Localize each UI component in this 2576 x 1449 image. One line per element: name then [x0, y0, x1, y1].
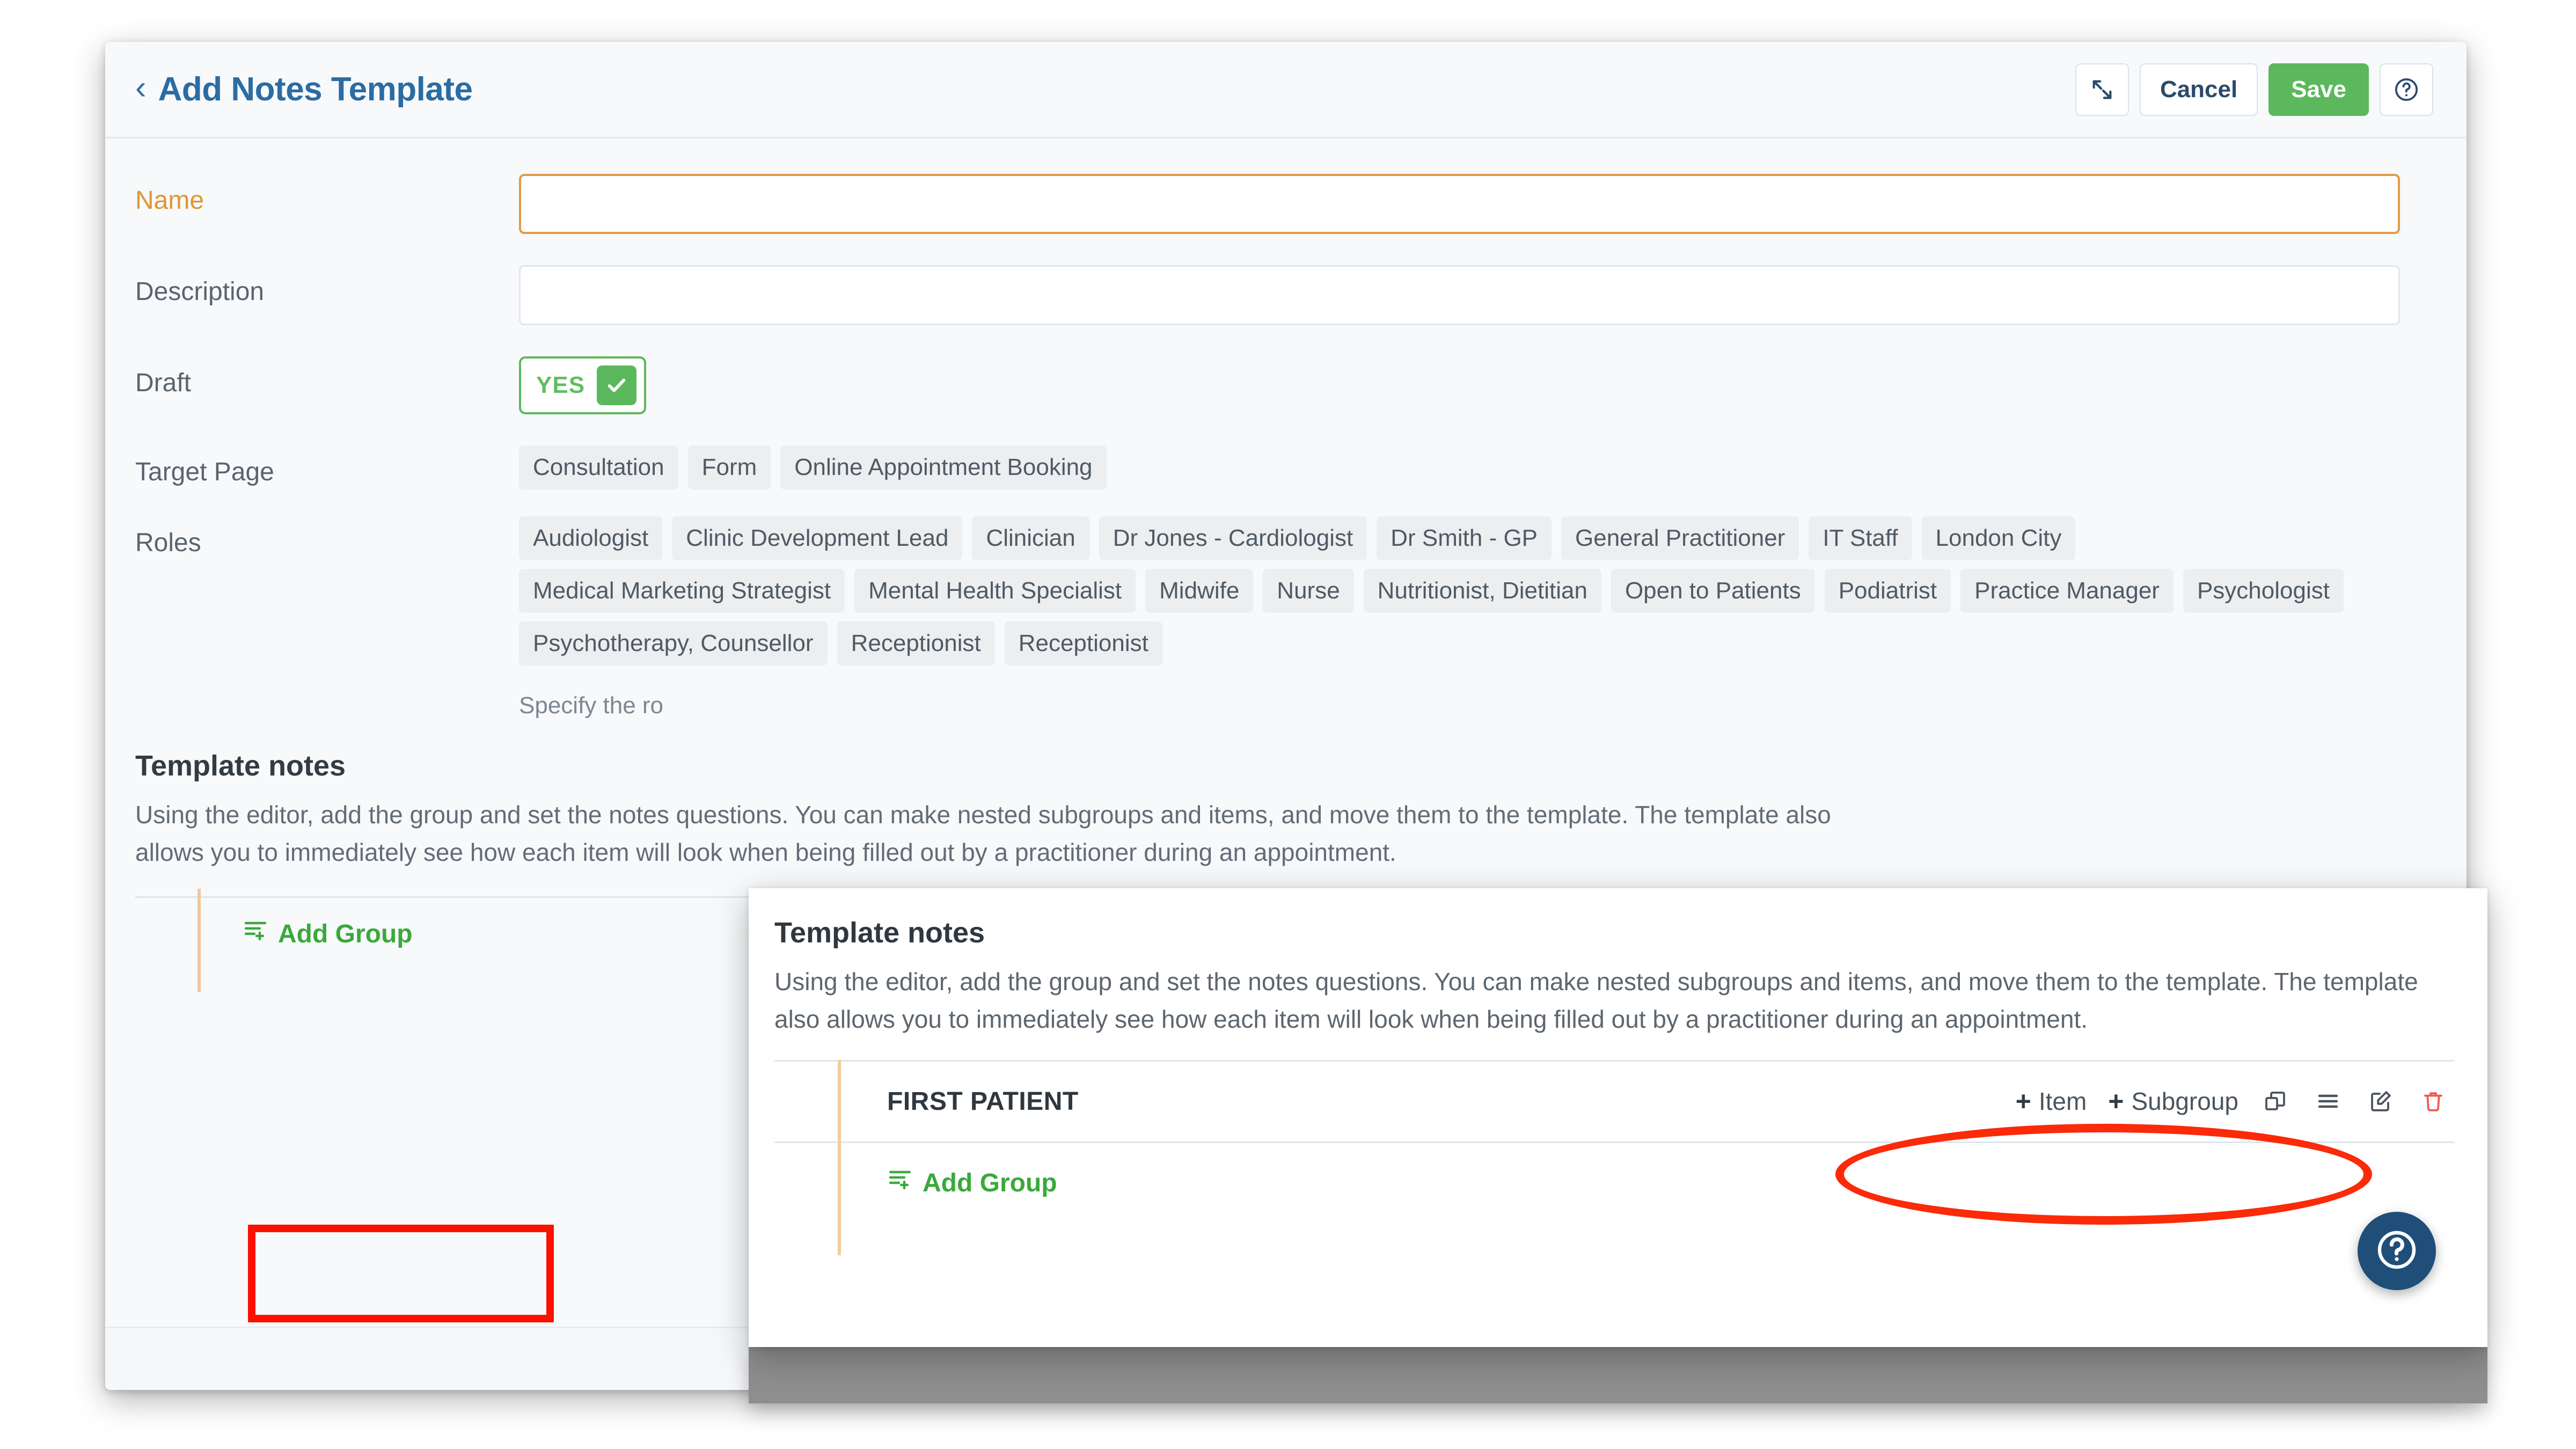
role-chip[interactable]: Audiologist: [519, 516, 663, 560]
plus-icon: +: [2108, 1086, 2124, 1117]
overlay-add-group-row: Add Group: [774, 1141, 2454, 1223]
help-fab-button[interactable]: [2358, 1212, 2436, 1290]
role-chip[interactable]: Clinic Development Lead: [672, 516, 963, 560]
draft-toggle-value: YES: [536, 372, 586, 398]
drag-handle-icon[interactable]: [2312, 1088, 2344, 1114]
group-name: FIRST PATIENT: [887, 1087, 1079, 1116]
add-item-label: Item: [2038, 1087, 2087, 1116]
description-control: [519, 265, 2433, 325]
target-page-label: Target Page: [135, 458, 274, 486]
role-chip[interactable]: Dr Smith - GP: [1377, 516, 1552, 560]
role-chip[interactable]: London City: [1921, 516, 2076, 560]
help-button[interactable]: [2380, 63, 2433, 116]
overlay-tree-guide-line: [838, 1059, 841, 1255]
copy-icon[interactable]: [2260, 1088, 2291, 1114]
draft-toggle[interactable]: YES: [519, 356, 647, 414]
group-row-actions: + Item + Subgroup: [2016, 1086, 2449, 1117]
template-notes-title: Template notes: [135, 750, 346, 782]
roles-control: Audiologist Clinic Development Lead Clin…: [519, 516, 2433, 665]
add-subgroup-button[interactable]: + Subgroup: [2108, 1086, 2238, 1117]
roles-chips: Audiologist Clinic Development Lead Clin…: [519, 516, 2408, 665]
role-chip[interactable]: Podiatrist: [1824, 569, 1951, 613]
expand-button[interactable]: [2075, 63, 2129, 116]
edit-pencil-icon[interactable]: [2365, 1088, 2396, 1114]
overlay-add-group-button[interactable]: Add Group: [887, 1167, 1057, 1199]
description-label: Description: [135, 277, 265, 306]
expand-arrows-icon: [2090, 77, 2114, 102]
draft-label: Draft: [135, 369, 192, 397]
field-row-draft: Draft YES: [135, 356, 2433, 414]
background-window-edge: [749, 1347, 2487, 1403]
role-chip[interactable]: Psychologist: [2183, 569, 2344, 613]
name-input[interactable]: [519, 174, 2400, 234]
role-chip[interactable]: Practice Manager: [1960, 569, 2174, 613]
role-chip[interactable]: Open to Patients: [1611, 569, 1815, 613]
roles-hint: Specify the ro: [519, 692, 664, 719]
template-notes-overlay-panel: Template notes Using the editor, add the…: [749, 888, 2487, 1347]
add-group-button[interactable]: Add Group: [243, 918, 413, 950]
target-page-chip[interactable]: Form: [687, 445, 771, 489]
template-notes-description: Using the editor, add the group and set …: [135, 801, 1831, 866]
role-chip[interactable]: Medical Marketing Strategist: [519, 569, 845, 613]
field-row-target-page: Target Page Consultation Form Online App…: [135, 445, 2433, 489]
description-input[interactable]: [519, 265, 2400, 325]
add-item-button[interactable]: + Item: [2016, 1086, 2087, 1117]
plus-icon: +: [2015, 1086, 2031, 1117]
field-row-name: Name: [135, 174, 2433, 234]
screenshot-stage: ‹ Add Notes Template Cancel Save Name De…: [0, 0, 2576, 1449]
role-chip[interactable]: Nurse: [1263, 569, 1354, 613]
role-chip[interactable]: Receptionist: [1004, 621, 1162, 665]
role-chip[interactable]: Clinician: [972, 516, 1089, 560]
card-header: ‹ Add Notes Template Cancel Save: [105, 42, 2467, 138]
target-page-control: Consultation Form Online Appointment Boo…: [519, 445, 2433, 489]
role-chip[interactable]: Mental Health Specialist: [854, 569, 1136, 613]
add-subgroup-label: Subgroup: [2131, 1087, 2239, 1116]
title-wrap: ‹ Add Notes Template: [135, 70, 473, 108]
chevron-left-icon[interactable]: ‹: [135, 71, 147, 105]
role-chip[interactable]: Nutritionist, Dietitian: [1363, 569, 1601, 613]
group-row: FIRST PATIENT + Item + Subgroup: [774, 1059, 2454, 1141]
overlay-add-group-label: Add Group: [923, 1168, 1057, 1197]
name-control: [519, 174, 2433, 234]
target-page-chip[interactable]: Consultation: [519, 445, 678, 489]
tree-guide-line: [197, 888, 201, 992]
question-circle-icon: [2371, 1224, 2423, 1278]
target-page-chip[interactable]: Online Appointment Booking: [780, 445, 1107, 489]
draft-control: YES: [519, 356, 2433, 414]
overlay-title: Template notes: [774, 917, 985, 949]
add-group-label: Add Group: [278, 919, 413, 948]
overlay-tree: FIRST PATIENT + Item + Subgroup Add Grou…: [774, 1059, 2454, 1255]
draft-checkbox[interactable]: [597, 365, 637, 405]
list-plus-icon: [243, 918, 268, 950]
cancel-button[interactable]: Cancel: [2139, 63, 2258, 116]
field-row-description: Description: [135, 265, 2433, 325]
roles-label: Roles: [135, 529, 201, 557]
field-row-roles: Roles Audiologist Clinic Development Lea…: [135, 516, 2433, 665]
role-chip[interactable]: Dr Jones - Cardiologist: [1099, 516, 1367, 560]
target-page-chips: Consultation Form Online Appointment Boo…: [519, 445, 2408, 489]
save-button[interactable]: Save: [2268, 63, 2369, 116]
name-label: Name: [135, 186, 204, 215]
role-chip[interactable]: IT Staff: [1809, 516, 1912, 560]
role-chip[interactable]: Midwife: [1145, 569, 1254, 613]
page-title: Add Notes Template: [158, 71, 473, 108]
role-chip[interactable]: General Practitioner: [1561, 516, 1799, 560]
role-chip[interactable]: Receptionist: [837, 621, 995, 665]
list-plus-icon: [887, 1167, 913, 1199]
trash-icon[interactable]: [2418, 1088, 2449, 1114]
question-circle-icon: [2393, 76, 2420, 103]
role-chip[interactable]: Psychotherapy, Counsellor: [519, 621, 828, 665]
header-actions: Cancel Save: [2075, 63, 2433, 116]
overlay-description: Using the editor, add the group and set …: [774, 968, 2418, 1033]
